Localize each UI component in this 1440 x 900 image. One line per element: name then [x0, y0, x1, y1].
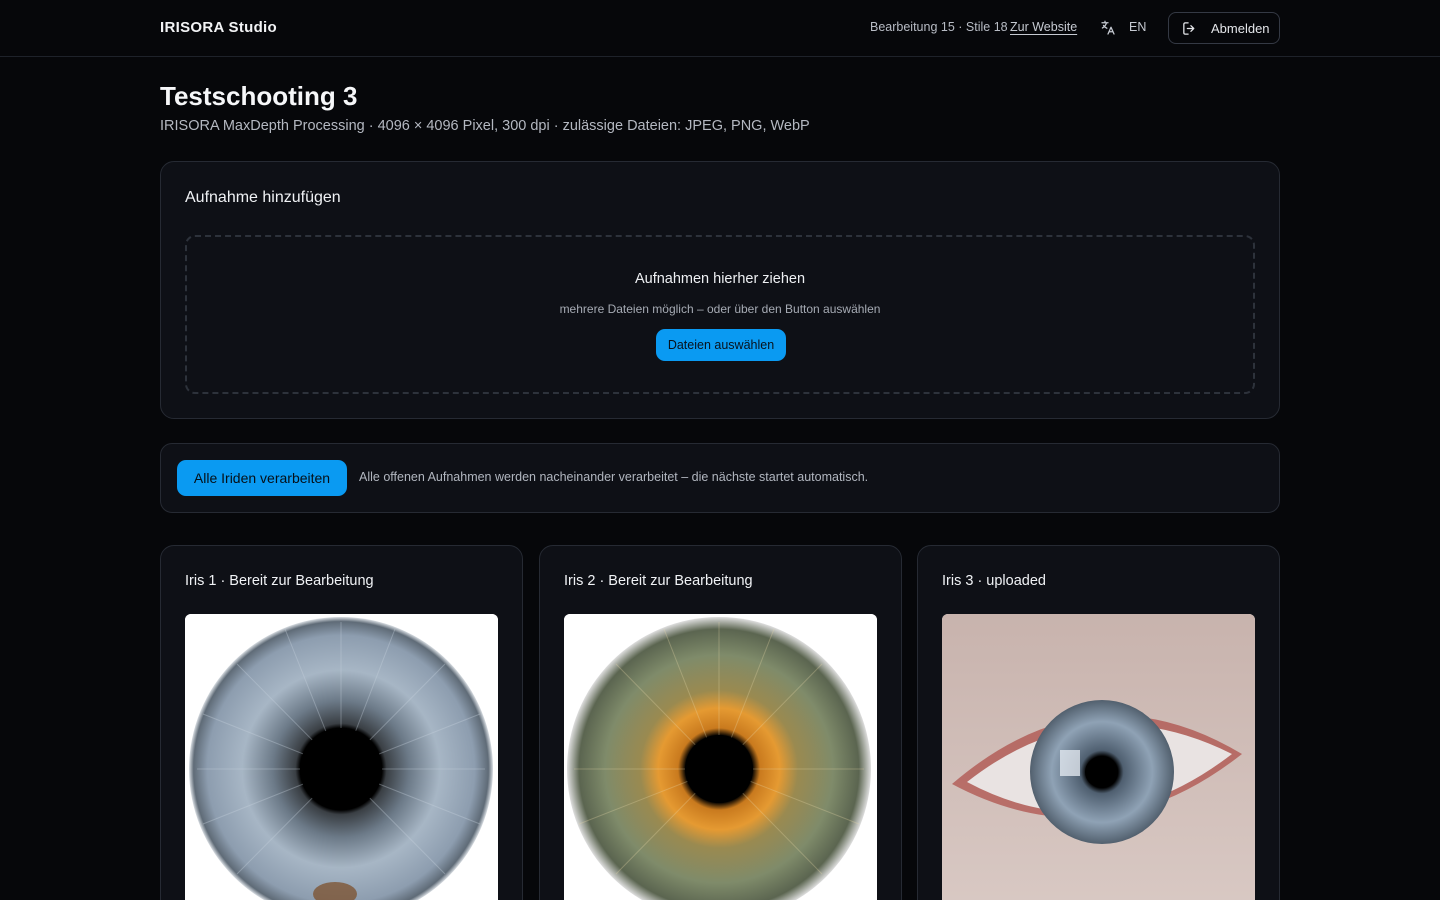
top-bar: IRISORA Studio Bearbeitung 15 · Stile 18… [0, 0, 1440, 57]
choose-files-button[interactable]: Dateien auswählen [656, 329, 786, 361]
usage-counts: Bearbeitung 15 · Stile 18 [870, 20, 1008, 34]
upload-card: Aufnahme hinzufügen Aufnahmen hierher zi… [160, 161, 1280, 419]
iris-card[interactable]: Iris 3 · uploaded [917, 545, 1280, 900]
logout-button[interactable]: Abmelden [1168, 12, 1280, 44]
iris-card-title: Iris 2 · Bereit zur Bearbeitung [564, 573, 753, 589]
process-all-button[interactable]: Alle Iriden verarbeiten [177, 460, 347, 496]
iris-image [564, 614, 877, 900]
website-link[interactable]: Zur Website [1010, 20, 1077, 34]
language-switch[interactable]: EN [1129, 20, 1146, 34]
iris-image [185, 614, 498, 900]
iris-image [942, 614, 1255, 900]
upload-heading: Aufnahme hinzufügen [185, 189, 341, 206]
page-subtitle: IRISORA MaxDepth Processing · 4096 × 409… [160, 118, 810, 134]
translate-icon[interactable] [1099, 19, 1117, 37]
logout-label: Abmelden [1211, 21, 1270, 36]
iris-card-title: Iris 3 · uploaded [942, 573, 1046, 589]
logout-icon [1183, 22, 1195, 35]
dropzone-hint: mehrere Dateien möglich – oder über den … [559, 302, 881, 316]
iris-card[interactable]: Iris 1 · Bereit zur Bearbeitung [160, 545, 523, 900]
page-title: Testschooting 3 [160, 81, 358, 111]
iris-card-title: Iris 1 · Bereit zur Bearbeitung [185, 573, 374, 589]
iris-card[interactable]: Iris 2 · Bereit zur Bearbeitung [539, 545, 902, 900]
brand-logo-text[interactable]: IRISORA Studio [160, 19, 277, 36]
dropzone-title: Aufnahmen hierher ziehen [634, 271, 806, 287]
batch-process-bar: Alle Iriden verarbeiten Alle offenen Auf… [160, 443, 1280, 513]
file-dropzone[interactable]: Aufnahmen hierher ziehen mehrere Dateien… [185, 235, 1255, 394]
process-hint: Alle offenen Aufnahmen werden nacheinand… [359, 470, 869, 484]
